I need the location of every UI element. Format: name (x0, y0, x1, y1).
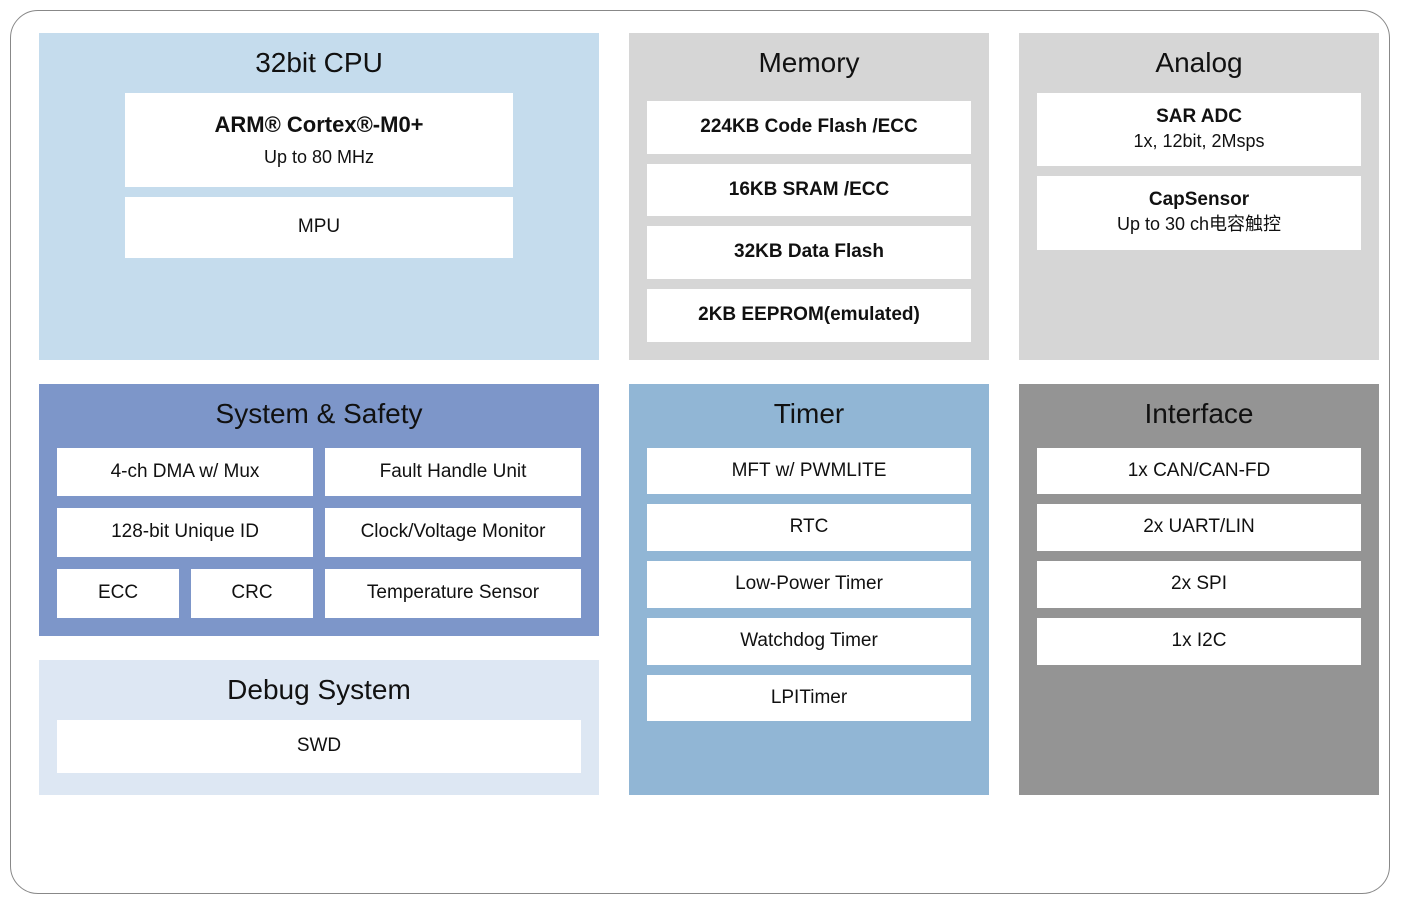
interface-title: Interface (1037, 398, 1361, 430)
memory-sram-cell: 16KB SRAM /ECC (647, 164, 971, 217)
system-cvmon-cell: Clock/Voltage Monitor (325, 508, 581, 557)
debug-title: Debug System (57, 674, 581, 706)
analog-cap-cell: CapSensor Up to 30 ch电容触控 (1037, 176, 1361, 249)
cpu-core-cell: ARM® Cortex®-M0+ Up to 80 MHz (125, 93, 513, 187)
analog-block: Analog SAR ADC 1x, 12bit, 2Msps CapSenso… (1019, 33, 1379, 360)
system-crc-cell: CRC (191, 569, 313, 618)
timer-lpt-cell: Low-Power Timer (647, 561, 971, 608)
analog-adc-spec: 1x, 12bit, 2Msps (1133, 131, 1264, 151)
interface-spi-cell: 2x SPI (1037, 561, 1361, 608)
system-safety-block: System & Safety 4-ch DMA w/ Mux Fault Ha… (39, 384, 599, 636)
system-ecc-crc-pair: ECC CRC (57, 569, 313, 618)
timer-rtc-cell: RTC (647, 504, 971, 551)
timer-title: Timer (647, 398, 971, 430)
interface-uart-cell: 2x UART/LIN (1037, 504, 1361, 551)
memory-eeprom-cell: 2KB EEPROM(emulated) (647, 289, 971, 342)
analog-cap-spec: Up to 30 ch电容触控 (1117, 214, 1281, 234)
cpu-block: 32bit CPU ARM® Cortex®-M0+ Up to 80 MHz … (39, 33, 599, 360)
block-diagram-frame: 32bit CPU ARM® Cortex®-M0+ Up to 80 MHz … (10, 10, 1390, 894)
analog-adc-name: SAR ADC (1045, 105, 1353, 130)
cpu-core-name: ARM® Cortex®-M0+ (214, 112, 423, 137)
memory-flash-cell: 224KB Code Flash /ECC (647, 101, 971, 154)
interface-block: Interface 1x CAN/CAN-FD 2x UART/LIN 2x S… (1019, 384, 1379, 795)
timer-block: Timer MFT w/ PWMLITE RTC Low-Power Timer… (629, 384, 989, 795)
system-fault-cell: Fault Handle Unit (325, 448, 581, 497)
analog-adc-cell: SAR ADC 1x, 12bit, 2Msps (1037, 93, 1361, 166)
memory-block: Memory 224KB Code Flash /ECC 16KB SRAM /… (629, 33, 989, 360)
memory-title: Memory (647, 47, 971, 79)
system-dma-cell: 4-ch DMA w/ Mux (57, 448, 313, 497)
timer-wdt-cell: Watchdog Timer (647, 618, 971, 665)
interface-i2c-cell: 1x I2C (1037, 618, 1361, 665)
system-safety-title: System & Safety (57, 398, 581, 430)
analog-cap-name: CapSensor (1045, 188, 1353, 213)
timer-lpit-cell: LPITimer (647, 675, 971, 722)
interface-can-cell: 1x CAN/CAN-FD (1037, 448, 1361, 495)
debug-block: Debug System SWD (39, 660, 599, 795)
system-uid-cell: 128-bit Unique ID (57, 508, 313, 557)
cpu-speed: Up to 80 MHz (135, 146, 503, 169)
debug-swd-cell: SWD (57, 720, 581, 773)
cpu-title: 32bit CPU (57, 47, 581, 79)
memory-dflash-cell: 32KB Data Flash (647, 226, 971, 279)
system-ecc-cell: ECC (57, 569, 179, 618)
system-temp-cell: Temperature Sensor (325, 569, 581, 618)
analog-title: Analog (1037, 47, 1361, 79)
cpu-mpu-cell: MPU (125, 197, 513, 258)
timer-mft-cell: MFT w/ PWMLITE (647, 448, 971, 495)
